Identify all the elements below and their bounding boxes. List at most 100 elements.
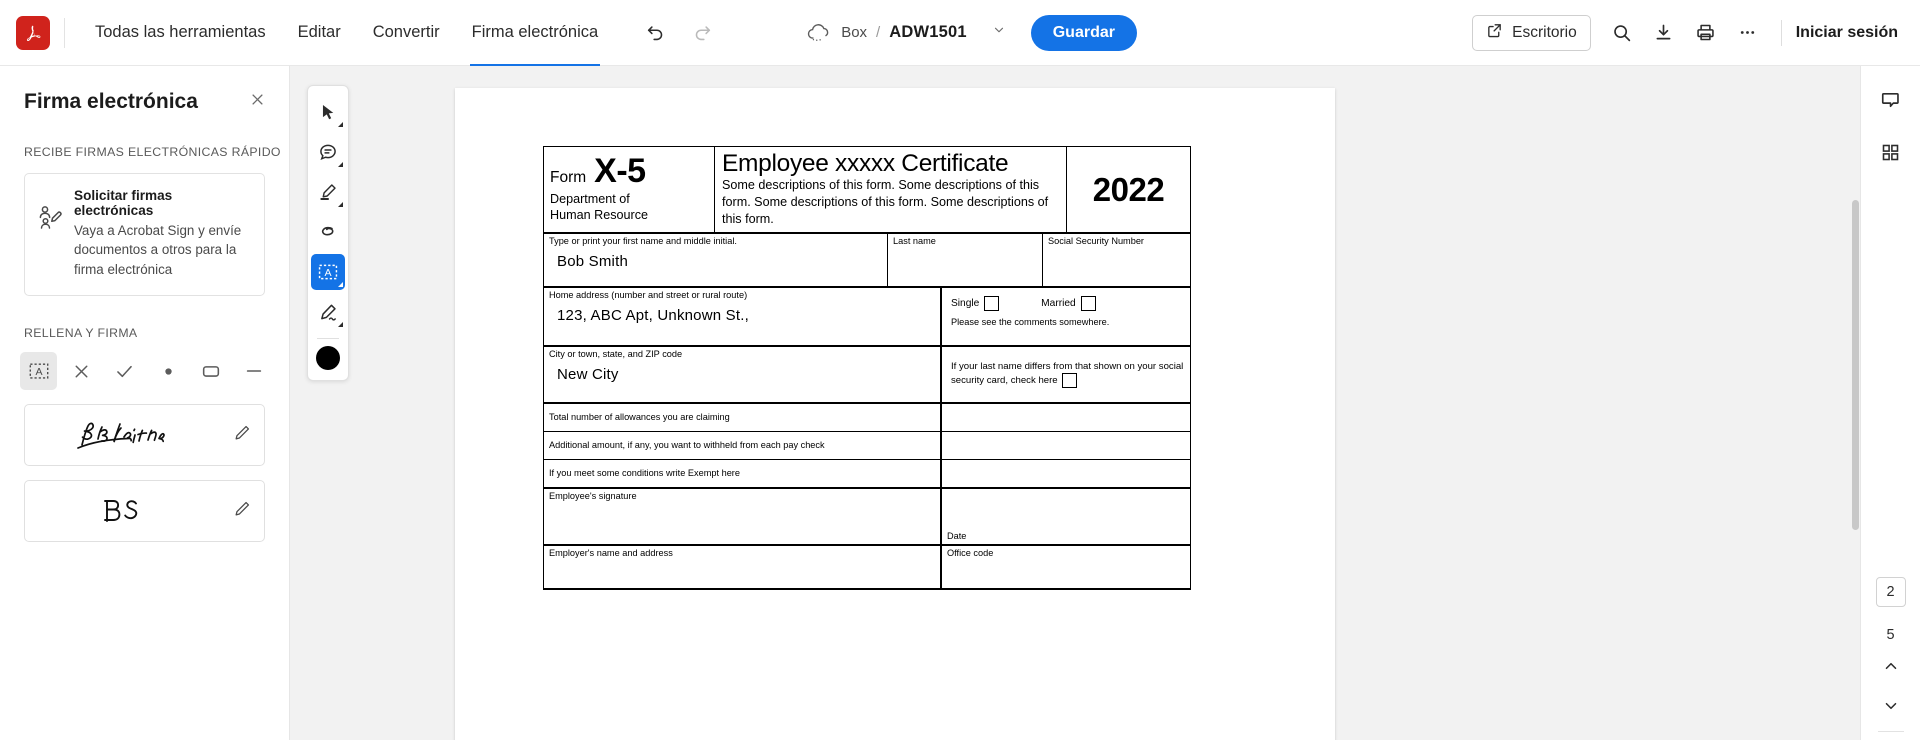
edit-initials-button[interactable] [233,499,252,523]
document-scrollbar[interactable] [1852,200,1859,530]
exempt-label: If you meet some conditions write Exempt… [549,468,740,479]
chevron-down-icon[interactable] [992,23,1006,42]
main-menu: Todas las herramientas Editar Convertir … [79,0,614,66]
pdf-page[interactable]: Form X-5 Department of Human Resource Em… [455,88,1335,740]
request-signatures-icon [37,188,63,235]
saved-signature-item[interactable] [24,404,265,467]
undo-icon[interactable] [640,17,672,49]
address-label: Home address (number and street or rural… [549,290,748,301]
add-text-tool-menu-arrow[interactable] [338,282,343,287]
comment-icon[interactable] [1871,80,1911,120]
request-signatures-title: Solicitar firmas electrónicas [74,188,173,218]
form-title: Employee xxxxx Certificate [722,150,1009,177]
single-checkbox[interactable] [984,296,1000,312]
address-value[interactable]: 123, ABC Apt, Unknown St., [549,302,935,326]
download-icon[interactable] [1645,14,1683,52]
last-name-value[interactable] [893,248,1037,255]
employee-signature-label: Employee's signature [549,491,637,502]
form-row-allowances: Total number of allowances you are claim… [544,404,1190,433]
search-icon[interactable] [1603,14,1641,52]
esign-panel: Firma electrónica RECIBE FIRMAS ELECTRÓN… [0,66,290,740]
ssn-label: Social Security Number [1048,236,1144,247]
select-tool[interactable] [311,94,345,130]
first-name-label: Type or print your first name and middle… [549,236,737,247]
city-value[interactable]: New City [549,361,935,385]
form-row-exempt: If you meet some conditions write Exempt… [544,460,1190,490]
color-swatch[interactable] [316,346,340,370]
add-text-tool[interactable]: A [311,254,345,290]
select-tool-menu-arrow[interactable] [338,122,343,127]
pdf-form: Form X-5 Department of Human Resource Em… [543,146,1191,591]
highlight-tool-menu-arrow[interactable] [338,202,343,207]
comments-note: Please see the comments somewhere. [951,317,1110,328]
menu-item-convert[interactable]: Convertir [357,0,456,66]
breadcrumb-separator: / [876,24,881,41]
menu-item-all-tools-label: Todas las herramientas [95,23,266,41]
last-name-label: Last name [893,236,936,247]
file-name-label[interactable]: ADW1501 [889,23,967,42]
svg-text:A: A [324,267,331,279]
first-name-value[interactable]: Bob Smith [549,248,882,272]
save-button[interactable]: Guardar [1030,14,1137,51]
text-field-tool[interactable]: A [20,352,58,391]
highlight-tool[interactable] [311,174,345,210]
adobe-acrobat-logo-icon[interactable] [16,15,50,50]
close-icon[interactable] [246,88,269,115]
single-label: Single [951,298,980,310]
married-checkbox[interactable] [1080,296,1096,312]
desktop-button-label: Escritorio [1512,23,1577,41]
svg-text:A: A [35,366,42,378]
dot-tool[interactable] [150,352,187,390]
initials-preview [25,487,233,535]
signature-preview [25,411,233,459]
form-header-row: Form X-5 Department of Human Resource Em… [544,147,1190,235]
right-rail-divider [1877,731,1904,732]
print-icon[interactable] [1687,14,1725,52]
file-source-label[interactable]: Box [841,24,867,41]
lastname-differs-checkbox[interactable] [1062,373,1078,389]
sign-tool-menu-arrow[interactable] [338,322,343,327]
menu-item-all-tools[interactable]: Todas las herramientas [79,0,282,66]
file-breadcrumb: Box / ADW1501 Guardar [806,14,1137,51]
saved-initials-item[interactable] [24,480,265,543]
ssn-value[interactable] [1048,248,1185,255]
line-tool[interactable] [236,352,273,390]
cloud-icon [806,23,832,43]
redo-icon[interactable] [686,17,718,49]
cross-mark-tool[interactable] [63,352,100,390]
section-label-esign: RECIBE FIRMAS ELECTRÓNICAS RÁPIDO [24,145,281,159]
additional-label: Additional amount, if any, you want to w… [549,440,825,451]
form-year: 2022 [1092,170,1165,208]
date-label: Date [947,530,967,541]
page-thumbnails-icon[interactable] [1871,132,1911,172]
menu-item-esign-label: Firma electrónica [471,23,599,41]
menu-item-edit[interactable]: Editar [282,0,357,66]
comment-tool[interactable] [311,134,345,170]
document-viewport[interactable]: Form X-5 Department of Human Resource Em… [290,66,1860,740]
erase-tool[interactable] [311,214,345,250]
undo-redo-group [640,17,718,49]
sign-in-button[interactable]: Iniciar sesión [1796,24,1902,42]
header-divider [64,17,65,48]
form-number: X-5 [594,152,646,190]
rounded-rect-tool[interactable] [193,352,230,390]
chevron-up-icon[interactable] [1874,649,1908,683]
form-description: Some descriptions of this form. Some des… [722,178,1049,226]
sign-tool[interactable] [311,294,345,330]
edit-signature-button[interactable] [233,423,252,447]
request-signatures-card[interactable]: Solicitar firmas electrónicas Vaya a Acr… [24,173,265,297]
menu-item-esign[interactable]: Firma electrónica [456,0,615,66]
form-row-city: City or town, state, and ZIP code New Ci… [544,347,1190,405]
request-signatures-description: Vaya a Acrobat Sign y envíe documentos a… [74,223,242,277]
form-row-additional: Additional amount, if any, you want to w… [544,432,1190,461]
chevron-down-icon[interactable] [1874,689,1908,723]
employer-label: Employer's name and address [549,548,673,559]
current-page-input[interactable]: 2 [1875,577,1906,607]
city-label: City or town, state, and ZIP code [549,349,683,360]
more-options-icon[interactable] [1729,14,1767,52]
total-pages-label: 5 [1886,627,1895,643]
comment-tool-menu-arrow[interactable] [338,162,343,167]
check-mark-tool[interactable] [106,352,143,390]
page-navigation: 2 5 [1861,577,1920,732]
desktop-button[interactable]: Escritorio [1472,14,1591,51]
